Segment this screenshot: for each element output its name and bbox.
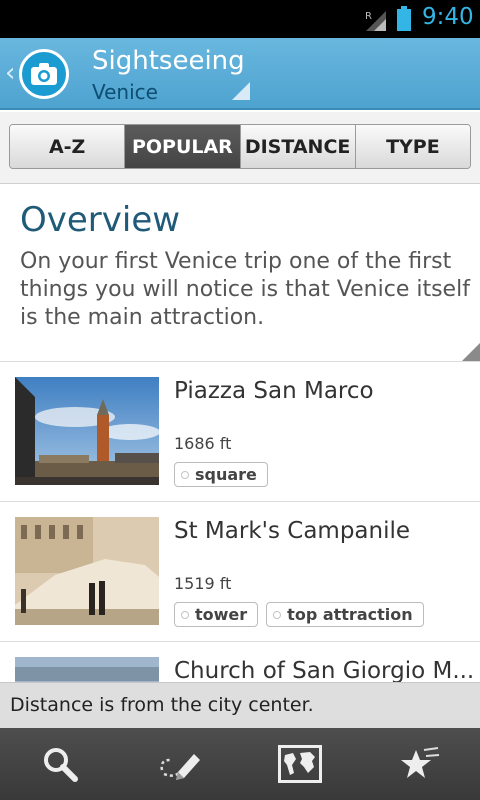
signal-icon: R <box>365 11 386 31</box>
tag-tower[interactable]: tower <box>174 602 259 627</box>
overview-heading: Overview <box>20 200 181 240</box>
tag-icon <box>181 611 189 619</box>
status-clock: 9:40 <box>422 4 474 30</box>
tab-popular[interactable]: POPULAR <box>125 125 241 168</box>
city-selector[interactable]: Venice <box>92 80 158 104</box>
dropdown-indicator-icon[interactable] <box>232 82 250 100</box>
tag-label: tower <box>195 605 248 624</box>
edit-button[interactable] <box>120 728 240 800</box>
tag-list: tower top attraction <box>174 602 424 627</box>
tag-top-attraction[interactable]: top attraction <box>266 602 424 627</box>
roaming-indicator: R <box>365 11 372 22</box>
overview-section[interactable]: Overview On your first Venice trip one o… <box>0 184 480 362</box>
favorites-button[interactable] <box>360 728 480 800</box>
search-button[interactable] <box>0 728 120 800</box>
chevron-left-icon[interactable]: ‹ <box>5 58 15 88</box>
tag-label: top attraction <box>287 605 413 624</box>
st-marks-campanile-thumbnail <box>15 517 159 625</box>
map-button[interactable] <box>240 728 360 800</box>
favorite-star-icon <box>401 747 440 778</box>
status-bar: R 9:40 <box>0 0 480 38</box>
tab-type[interactable]: TYPE <box>355 125 470 168</box>
world-map-icon <box>278 745 322 783</box>
search-icon <box>44 748 78 782</box>
attraction-title: Piazza San Marco <box>174 378 374 404</box>
distance-info-bar: Distance is from the city center. <box>0 682 480 728</box>
attraction-distance: 1519 ft <box>174 574 232 593</box>
distance-info-text: Distance is from the city center. <box>10 694 314 716</box>
tag-square[interactable]: square <box>174 462 268 487</box>
tag-icon <box>181 471 189 479</box>
attraction-title: Church of San Giorgio M... <box>174 658 475 684</box>
attraction-distance: 1686 ft <box>174 434 232 453</box>
overview-text: On your first Venice trip one of the fir… <box>20 249 470 330</box>
edit-icon <box>160 754 200 780</box>
list-item[interactable]: St Mark's Campanile 1519 ft tower top at… <box>0 502 480 642</box>
tag-icon <box>273 611 282 619</box>
tag-list: square <box>174 462 268 487</box>
sort-tabs-bar: A-Z POPULAR DISTANCE TYPE <box>0 112 480 184</box>
tab-a-z[interactable]: A-Z <box>10 125 126 168</box>
tab-distance[interactable]: DISTANCE <box>240 125 356 168</box>
attraction-title: St Mark's Campanile <box>174 518 411 544</box>
expand-corner-icon[interactable] <box>462 343 480 361</box>
battery-icon <box>397 6 411 31</box>
list-item[interactable]: Piazza San Marco 1686 ft square <box>0 362 480 502</box>
sort-tabs: A-Z POPULAR DISTANCE TYPE <box>9 124 471 169</box>
bottom-toolbar <box>0 728 480 800</box>
camera-icon[interactable] <box>19 49 69 99</box>
tag-label: square <box>195 465 257 484</box>
page-title: Sightseeing <box>92 46 245 76</box>
piazza-san-marco-thumbnail <box>15 377 159 485</box>
